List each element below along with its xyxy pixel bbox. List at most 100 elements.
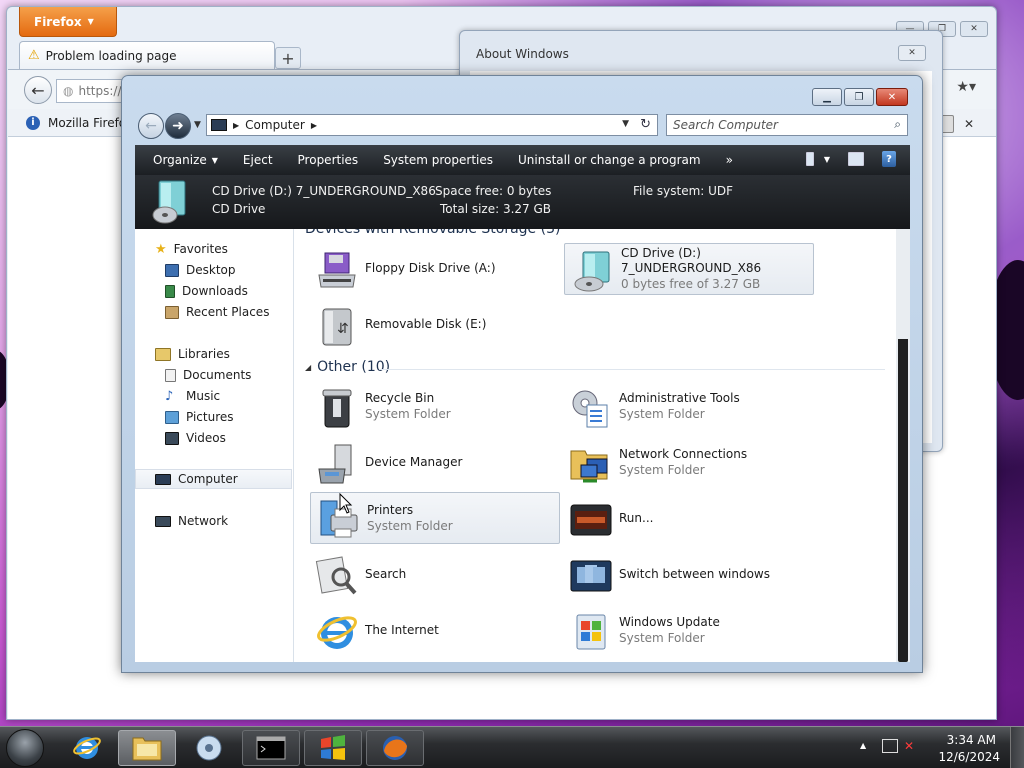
magnifier-icon[interactable]: ⌕ bbox=[894, 117, 901, 132]
list-item-network-connections[interactable]: Network Connections System Folder bbox=[563, 437, 813, 489]
clock-time[interactable]: 3:34 AM bbox=[947, 733, 996, 747]
list-item-removable-disk[interactable]: ⇵ Removable Disk (E:) bbox=[309, 299, 555, 351]
firefox-menu-button[interactable]: Firefox ▼ bbox=[19, 7, 117, 37]
scrollbar-thumb[interactable] bbox=[898, 229, 908, 339]
help-icon[interactable]: ? bbox=[882, 151, 896, 167]
sidebar-item-desktop[interactable]: Desktop bbox=[135, 260, 292, 280]
breadcrumb-arrow-icon[interactable]: ▶ bbox=[233, 121, 239, 130]
show-desktop-button[interactable] bbox=[1010, 727, 1024, 768]
chevron-down-icon: ▼ bbox=[87, 17, 94, 26]
list-item-windows-update[interactable]: Windows Update System Folder bbox=[563, 605, 813, 657]
preview-pane-icon[interactable] bbox=[848, 152, 864, 166]
search-input[interactable]: Search Computer ⌕ bbox=[666, 114, 908, 136]
vertical-scrollbar[interactable] bbox=[896, 229, 910, 662]
change-view-icon[interactable]: ▼ bbox=[805, 152, 830, 166]
explorer-nav-row: ← ➜ ▼ ▶ Computer ▶ ▼ ↻ Search Computer ⌕ bbox=[136, 112, 910, 139]
list-item-search[interactable]: Search bbox=[309, 549, 555, 601]
list-item-cd-drive[interactable]: CD Drive (D:) 7_UNDERGROUND_X86 0 bytes … bbox=[564, 243, 814, 295]
maximize-button[interactable]: ❐ bbox=[844, 88, 874, 106]
taskbar-media-player[interactable] bbox=[180, 730, 238, 766]
sidebar-item-computer[interactable]: Computer bbox=[135, 469, 292, 489]
sidebar-item-label: Network bbox=[178, 514, 229, 528]
sidebar-item-pictures[interactable]: Pictures bbox=[135, 407, 292, 427]
info-icon: i bbox=[26, 115, 40, 130]
taskbar-internet-explorer[interactable] bbox=[58, 730, 116, 766]
close-notification-icon[interactable]: ✕ bbox=[964, 117, 974, 131]
list-item-administrative-tools[interactable]: Administrative Tools System Folder bbox=[563, 381, 813, 433]
sidebar-item-label: Favorites bbox=[173, 242, 228, 256]
taskbar-command-prompt[interactable] bbox=[242, 730, 300, 766]
list-item-switch-windows[interactable]: Switch between windows bbox=[563, 549, 813, 601]
bookmark-star-icon[interactable]: ★▾ bbox=[956, 79, 976, 95]
list-item-device-manager[interactable]: Device Manager bbox=[309, 437, 555, 489]
item-name: Network Connections bbox=[619, 447, 748, 461]
sidebar-item-favorites[interactable]: ★ Favorites bbox=[135, 239, 292, 259]
sidebar-item-label: Documents bbox=[183, 368, 252, 382]
content-pane: Devices with Removable Storage (3) Flopp… bbox=[295, 229, 892, 662]
collapse-triangle-icon[interactable]: ◢ bbox=[305, 363, 311, 372]
address-bar[interactable]: ▶ Computer ▶ ▼ ↻ bbox=[206, 114, 658, 136]
group-header-other[interactable]: ◢ Other (10) bbox=[305, 359, 390, 375]
list-item-the-internet[interactable]: The Internet bbox=[309, 605, 555, 657]
computer-icon bbox=[211, 119, 227, 131]
cd-drive-icon bbox=[152, 180, 186, 224]
sidebar-item-libraries[interactable]: Libraries bbox=[135, 344, 292, 364]
cmd-icon bbox=[256, 736, 286, 760]
details-space-free: Space free: 0 bytes bbox=[435, 184, 552, 198]
sidebar-item-label: Pictures bbox=[186, 410, 234, 424]
list-item-floppy[interactable]: Floppy Disk Drive (A:) bbox=[309, 243, 555, 295]
sidebar-item-documents[interactable]: Documents bbox=[135, 365, 292, 385]
about-windows-title: About Windows bbox=[476, 47, 569, 61]
start-button[interactable] bbox=[6, 729, 44, 767]
sidebar-item-music[interactable]: ♪ Music bbox=[135, 386, 292, 406]
about-close-button[interactable]: ✕ bbox=[898, 45, 926, 61]
sidebar-item-recent-places[interactable]: Recent Places bbox=[135, 302, 292, 322]
back-button[interactable]: ← bbox=[138, 113, 164, 139]
system-properties-button[interactable]: System properties bbox=[383, 153, 493, 167]
minimize-button[interactable]: ▁ bbox=[812, 88, 842, 106]
address-dropdown-icon[interactable]: ▼ bbox=[622, 119, 629, 129]
new-tab-button[interactable]: + bbox=[275, 47, 301, 69]
recent-pages-dropdown[interactable]: ▼ bbox=[194, 120, 201, 130]
taskbar-windows[interactable] bbox=[304, 730, 362, 766]
item-subtitle: System Folder bbox=[619, 407, 705, 421]
item-volume-label: 7_UNDERGROUND_X86 bbox=[621, 261, 762, 275]
clock-date[interactable]: 12/6/2024 bbox=[938, 750, 1000, 764]
uninstall-program-button[interactable]: Uninstall or change a program bbox=[518, 153, 701, 167]
back-button[interactable]: ← bbox=[24, 76, 52, 104]
new-tab-label: + bbox=[281, 48, 295, 68]
taskbar-explorer[interactable] bbox=[118, 730, 176, 766]
forward-button[interactable]: ➜ bbox=[165, 113, 191, 139]
item-name: Floppy Disk Drive (A:) bbox=[365, 261, 496, 275]
back-arrow-icon: ← bbox=[31, 80, 45, 100]
breadcrumb-arrow-icon[interactable]: ▶ bbox=[311, 121, 317, 130]
tab-problem-loading[interactable]: ⚠ Problem loading page bbox=[19, 41, 275, 69]
group-header-removable[interactable]: Devices with Removable Storage (3) bbox=[305, 229, 560, 237]
item-name: Recycle Bin bbox=[365, 391, 435, 405]
back-arrow-icon: ← bbox=[145, 118, 157, 134]
explorer-window-controls: ▁ ❐ ✕ bbox=[812, 88, 908, 106]
breadcrumb-computer[interactable]: Computer bbox=[245, 118, 305, 132]
action-center-icon[interactable] bbox=[882, 739, 898, 753]
sidebar-item-label: Libraries bbox=[178, 347, 230, 361]
refresh-icon[interactable]: ↻ bbox=[640, 117, 651, 132]
close-button[interactable]: ✕ bbox=[876, 88, 908, 106]
command-bar: Organize ▼ Eject Properties System proper… bbox=[135, 145, 910, 175]
more-commands-button[interactable]: » bbox=[726, 153, 733, 167]
volume-muted-icon[interactable]: ✕ bbox=[904, 739, 914, 753]
properties-button[interactable]: Properties bbox=[298, 153, 359, 167]
eject-button[interactable]: Eject bbox=[243, 153, 273, 167]
downloads-icon bbox=[165, 284, 175, 298]
sidebar-item-network[interactable]: Network bbox=[135, 511, 292, 531]
organize-button[interactable]: Organize ▼ bbox=[153, 153, 218, 167]
sidebar-item-videos[interactable]: Videos bbox=[135, 428, 292, 448]
list-item-recycle-bin[interactable]: Recycle Bin System Folder bbox=[309, 381, 555, 433]
show-hidden-icons-icon[interactable]: ▲ bbox=[860, 741, 866, 750]
close-button[interactable]: ✕ bbox=[960, 21, 988, 37]
item-name: CD Drive (D:) bbox=[621, 246, 701, 260]
taskbar-firefox[interactable] bbox=[366, 730, 424, 766]
list-item-run[interactable]: Run... bbox=[563, 493, 813, 545]
star-icon: ★ bbox=[155, 241, 167, 257]
media-player-icon bbox=[196, 735, 222, 761]
sidebar-item-downloads[interactable]: Downloads bbox=[135, 281, 292, 301]
